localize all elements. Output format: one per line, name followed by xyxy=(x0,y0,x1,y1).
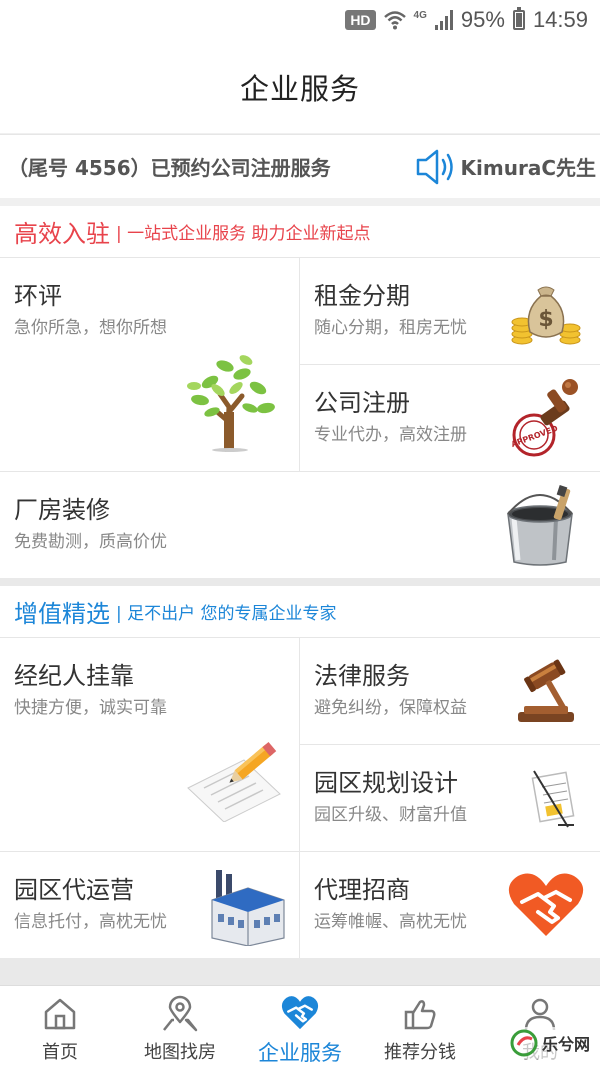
card-title: 环评 xyxy=(14,282,62,310)
section-value-added: 增值精选 | 足不出户 您的专属企业专家 经纪人挂靠 快捷方便，诚实可靠 法律服… xyxy=(0,586,600,958)
watermark-text: 乐兮网 xyxy=(541,1035,590,1054)
svg-text:$: $ xyxy=(538,307,553,332)
pencil-paper-icon xyxy=(187,741,281,822)
factory-icon xyxy=(211,870,285,946)
tab-enterprise-services[interactable]: 企业服务 xyxy=(240,986,360,1067)
service-card-eia[interactable]: 环评 急你所急，想你所想 xyxy=(0,258,300,472)
network-type: 4G xyxy=(413,9,427,21)
section-divider xyxy=(0,578,600,586)
page-title: 企业服务 xyxy=(239,71,360,106)
handshake-heart-icon xyxy=(281,996,319,1030)
tab-label: 企业服务 xyxy=(258,1041,342,1065)
section-header: 高效入驻 | 一站式企业服务 助力企业新起点 xyxy=(0,206,600,258)
card-subtitle: 快捷方便，诚实可靠 xyxy=(14,698,167,718)
speaker-icon xyxy=(416,149,453,184)
service-card-legal-services[interactable]: 法律服务 避免纠纷，保障权益 xyxy=(300,638,600,745)
status-bar: HD 4G 95% 14:59 xyxy=(0,0,600,40)
card-subtitle: 运筹帷幄、高枕无忧 xyxy=(314,912,467,932)
card-title: 经纪人挂靠 xyxy=(14,662,134,690)
card-title: 园区规划设计 xyxy=(314,769,458,797)
thumbs-up-icon xyxy=(404,1000,436,1030)
paint-bucket-icon xyxy=(507,485,573,566)
gavel-icon xyxy=(518,659,574,722)
section-subtitle: | 足不出户 您的专属企业专家 xyxy=(116,604,337,624)
card-subtitle: 信息托付，高枕无忧 xyxy=(14,912,167,932)
tab-map-search[interactable]: 地图找房 xyxy=(120,986,240,1067)
service-card-investment-agency[interactable]: 代理招商 运筹帷幄、高枕无忧 xyxy=(300,852,600,958)
card-subtitle: 园区升级、财富升值 xyxy=(314,805,467,825)
home-icon xyxy=(44,998,76,1030)
card-title: 租金分期 xyxy=(314,282,410,310)
watermark: 乐兮网 xyxy=(505,1027,594,1059)
approved-stamp-icon: APPROVED xyxy=(510,379,578,457)
card-title: 法律服务 xyxy=(314,662,410,690)
map-pin-icon xyxy=(163,995,198,1032)
watermark-logo-icon xyxy=(510,1029,538,1057)
card-subtitle: 随心分期，租房无忧 xyxy=(314,318,467,338)
card-title: 公司注册 xyxy=(314,389,410,417)
wifi-icon xyxy=(383,11,406,30)
tab-label: 地图找房 xyxy=(144,1042,216,1063)
service-card-rent-installment[interactable]: 租金分期 随心分期，租房无忧 $ xyxy=(300,258,600,365)
card-title: 园区代运营 xyxy=(14,876,134,904)
hd-badge: HD xyxy=(345,10,376,30)
notice-user: KimuraC先生 xyxy=(460,156,596,180)
section-efficient-entry: 高效入驻 | 一站式企业服务 助力企业新起点 环评 急你所急，想你所想 租金分期… xyxy=(0,206,600,578)
bottom-spacer xyxy=(0,958,600,985)
section-header: 增值精选 | 足不出户 您的专属企业专家 xyxy=(0,586,600,638)
signal-icon xyxy=(434,10,453,30)
section-title: 增值精选 xyxy=(14,600,110,628)
card-title: 厂房装修 xyxy=(14,496,110,524)
notice-bar[interactable]: （尾号 4556）已预约公司注册服务 KimuraC先生 xyxy=(0,134,600,198)
service-card-park-operation[interactable]: 园区代运营 信息托付，高枕无忧 xyxy=(0,852,300,958)
notice-text: （尾号 4556）已预约公司注册服务 xyxy=(8,156,331,180)
service-card-factory-renovation[interactable]: 厂房装修 免费勘测，质高价优 xyxy=(0,472,600,578)
section-subtitle: | 一站式企业服务 助力企业新起点 xyxy=(116,224,371,244)
service-card-park-planning[interactable]: 园区规划设计 园区升级、财富升值 xyxy=(300,745,600,852)
money-bag-icon: $ xyxy=(511,286,581,345)
battery-icon xyxy=(512,7,525,30)
clock: 14:59 xyxy=(532,7,588,32)
card-subtitle: 免费勘测，质高价优 xyxy=(14,532,167,552)
tree-icon xyxy=(187,355,275,452)
tab-label: 推荐分钱 xyxy=(384,1042,456,1063)
card-subtitle: 急你所急，想你所想 xyxy=(14,318,167,338)
handshake-heart-icon xyxy=(508,873,584,936)
tab-label: 首页 xyxy=(42,1042,78,1063)
service-card-company-registration[interactable]: 公司注册 专业代办，高效注册 APPROVED xyxy=(300,365,600,472)
card-title: 代理招商 xyxy=(314,876,410,904)
card-subtitle: 避免纠纷，保障权益 xyxy=(314,698,467,718)
tab-home[interactable]: 首页 xyxy=(0,986,120,1067)
title-bar: 企业服务 xyxy=(0,40,600,133)
tab-referral-bonus[interactable]: 推荐分钱 xyxy=(360,986,480,1067)
battery-percent: 95% xyxy=(460,7,505,32)
section-title: 高效入驻 xyxy=(14,220,110,248)
service-card-broker-affiliation[interactable]: 经纪人挂靠 快捷方便，诚实可靠 xyxy=(0,638,300,852)
blueprint-icon xyxy=(531,770,575,828)
card-subtitle: 专业代办，高效注册 xyxy=(314,425,467,445)
